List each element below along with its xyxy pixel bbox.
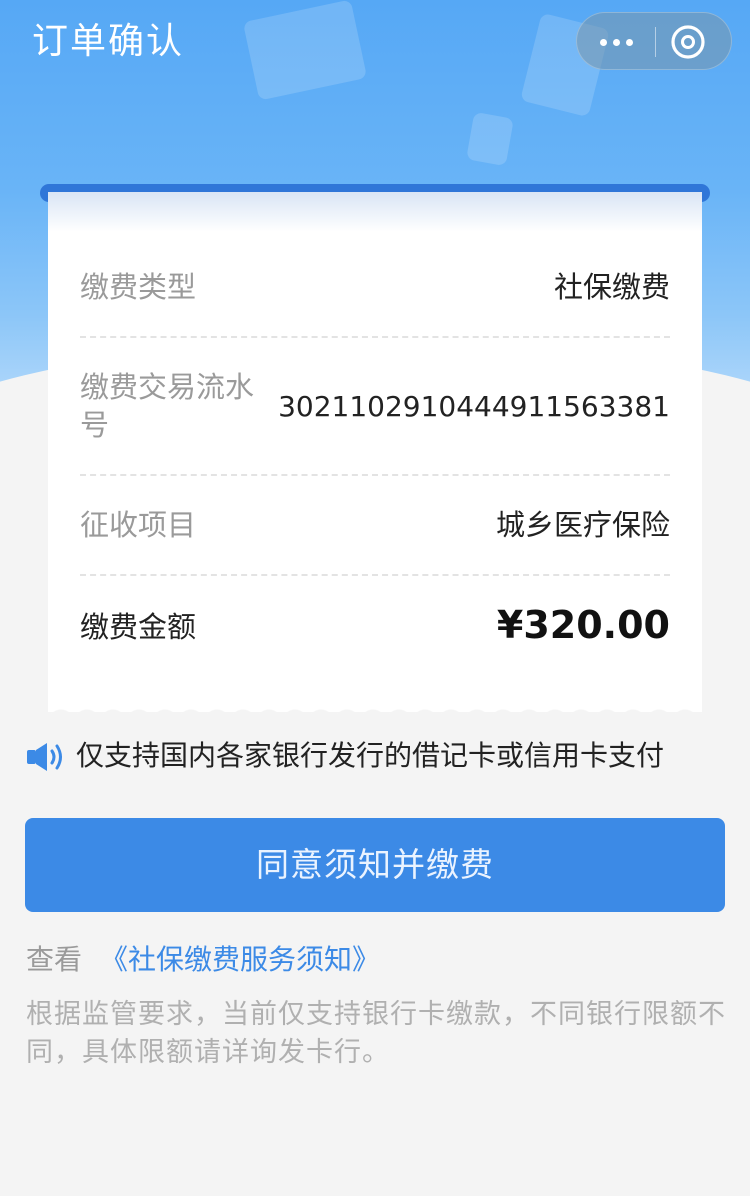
row-label: 征收项目 xyxy=(80,508,197,542)
divider xyxy=(80,336,670,338)
row-value: 社保缴费 xyxy=(553,270,670,304)
divider xyxy=(80,474,670,476)
mini-program-capsule xyxy=(576,12,732,70)
notice-text: 仅支持国内各家银行发行的借记卡或信用卡支付 xyxy=(76,739,665,772)
row-levy-item: 征收项目 城乡医疗保险 xyxy=(80,506,670,544)
row-label: 缴费类型 xyxy=(80,270,197,304)
page-title: 订单确认 xyxy=(32,21,185,62)
row-value: 3021102910444911563381 xyxy=(278,390,670,423)
row-serial-number: 缴费交易流水号 3021102910444911563381 xyxy=(80,368,670,448)
service-terms-link[interactable]: 《社保缴费服务须知》 xyxy=(100,943,380,976)
speaker-icon xyxy=(26,742,64,772)
terms-line: 查看 《社保缴费服务须知》 xyxy=(26,940,380,980)
bank-limit-tip: 根据监管要求，当前仅支持银行卡缴款，不同银行限额不同，具体限额请详询发卡行。 xyxy=(26,999,726,1068)
close-circle-icon[interactable] xyxy=(670,24,706,60)
terms-prefix: 查看 xyxy=(26,943,83,976)
more-dots-icon[interactable] xyxy=(577,13,655,71)
amount-value: ¥320.00 xyxy=(496,603,670,647)
row-amount: 缴费金额 ¥320.00 xyxy=(80,606,670,654)
row-payment-type: 缴费类型 社保缴费 xyxy=(80,268,670,306)
order-card: 缴费类型 社保缴费 缴费交易流水号 3021102910444911563381… xyxy=(48,192,702,712)
card-scallop-edge xyxy=(48,700,702,722)
agree-and-pay-button[interactable]: 同意须知并缴费 xyxy=(25,818,725,912)
amount-label: 缴费金额 xyxy=(80,610,197,644)
divider xyxy=(80,574,670,576)
row-label: 缴费交易流水号 xyxy=(80,370,255,442)
row-value: 城乡医疗保险 xyxy=(495,508,670,542)
